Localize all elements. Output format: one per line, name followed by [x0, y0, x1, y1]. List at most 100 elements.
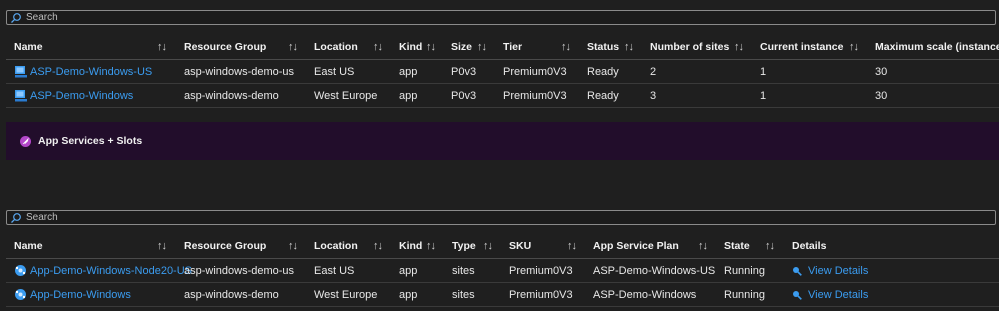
sort-icon[interactable]: ↑↓	[561, 35, 571, 59]
column-header-name[interactable]: Name	[14, 35, 43, 59]
current-instance-cell: 1	[760, 65, 767, 78]
column-header-type[interactable]: Type	[452, 234, 476, 258]
sku-cell: Premium0V3	[509, 264, 573, 277]
app-service-plan-cell: ASP-Demo-Windows-US	[593, 264, 716, 277]
sort-icon[interactable]: ↑↓	[765, 234, 775, 258]
sort-icon[interactable]: ↑↓	[373, 234, 383, 258]
status-cell: Ready	[587, 65, 619, 78]
column-header-details: Details	[792, 240, 827, 252]
app-service-plan-icon	[15, 66, 27, 78]
search-box-plans[interactable]	[6, 10, 996, 25]
column-header-size[interactable]: Size	[451, 35, 472, 59]
name-cell[interactable]: ASP-Demo-Windows	[14, 84, 133, 107]
kind-cell: app	[399, 89, 418, 102]
number-of-sites-cell: 2	[650, 65, 657, 78]
sort-icon[interactable]: ↑↓	[483, 234, 493, 258]
search-icon	[11, 12, 21, 23]
resource-group-cell: asp-windows-demo	[184, 89, 279, 102]
column-header-maximum-scale[interactable]: Maximum scale (instance)	[875, 35, 999, 59]
number-of-sites-cell: 3	[650, 89, 657, 102]
header-row: Name ↑↓ Resource Group ↑↓ Location ↑↓ Ki…	[6, 35, 999, 60]
view-details-label[interactable]: View Details	[808, 289, 868, 301]
app-service-plan-cell: ASP-Demo-Windows	[593, 288, 697, 301]
type-cell: sites	[452, 288, 475, 301]
column-header-current-instance[interactable]: Current instance	[760, 35, 843, 59]
sort-icon[interactable]: ↑↓	[426, 234, 436, 258]
sort-icon[interactable]: ↑↓	[157, 35, 167, 59]
column-header-kind[interactable]: Kind	[399, 234, 422, 258]
maximum-scale-cell: 30	[875, 65, 888, 78]
tier-cell: Premium0V3	[503, 89, 567, 102]
maximum-scale-cell: 30	[875, 89, 888, 102]
column-header-sku[interactable]: SKU	[509, 234, 531, 258]
plan-name-link[interactable]: ASP-Demo-Windows	[30, 90, 133, 102]
view-details-link[interactable]: View Details	[792, 259, 868, 282]
sort-icon[interactable]: ↑↓	[849, 35, 859, 59]
app-service-plans-grid: Name ↑↓ Resource Group ↑↓ Location ↑↓ Ki…	[6, 35, 999, 108]
table-row[interactable]: App-Demo-Windows asp-windows-demo West E…	[6, 283, 999, 307]
resource-group-cell: asp-windows-demo-us	[184, 65, 295, 78]
section-banner: App Services + Slots	[6, 122, 999, 160]
location-cell: West Europe	[314, 89, 378, 102]
sort-icon[interactable]: ↑↓	[426, 35, 436, 59]
location-cell: West Europe	[314, 288, 378, 301]
name-cell[interactable]: ASP-Demo-Windows-US	[14, 60, 152, 83]
sort-icon[interactable]: ↑↓	[477, 35, 487, 59]
view-details-label[interactable]: View Details	[808, 265, 868, 277]
app-service-plan-icon	[15, 90, 27, 102]
column-header-number-of-sites[interactable]: Number of sites	[650, 35, 729, 59]
sort-icon[interactable]: ↑↓	[288, 234, 298, 258]
location-cell: East US	[314, 65, 355, 78]
header-row: Name ↑↓ Resource Group ↑↓ Location ↑↓ Ki…	[6, 234, 999, 259]
app-name-link[interactable]: App-Demo-Windows	[30, 289, 131, 301]
status-cell: Ready	[587, 89, 619, 102]
table-row[interactable]: ASP-Demo-Windows asp-windows-demo West E…	[6, 84, 999, 108]
column-header-state[interactable]: State	[724, 234, 750, 258]
column-header-location[interactable]: Location	[314, 234, 358, 258]
current-instance-cell: 1	[760, 89, 767, 102]
plan-name-link[interactable]: ASP-Demo-Windows-US	[30, 66, 152, 78]
tier-cell: Premium0V3	[503, 65, 567, 78]
table-row[interactable]: App-Demo-Windows-Node20-US asp-windows-d…	[6, 259, 999, 283]
column-header-location[interactable]: Location	[314, 35, 358, 59]
table-row[interactable]: ASP-Demo-Windows-US asp-windows-demo-us …	[6, 60, 999, 84]
column-header-app-service-plan[interactable]: App Service Plan	[593, 234, 679, 258]
section-title: App Services + Slots	[38, 135, 143, 147]
kind-cell: app	[399, 264, 418, 277]
name-cell[interactable]: App-Demo-Windows-Node20-US	[14, 259, 192, 282]
sort-icon[interactable]: ↑↓	[624, 35, 634, 59]
column-header-name[interactable]: Name	[14, 234, 43, 258]
resource-group-cell: asp-windows-demo-us	[184, 264, 295, 277]
rocket-icon	[20, 135, 31, 147]
search-box-apps[interactable]	[6, 210, 996, 225]
column-header-resource-group[interactable]: Resource Group	[184, 234, 266, 258]
sort-icon[interactable]: ↑↓	[567, 234, 577, 258]
column-header-resource-group[interactable]: Resource Group	[184, 35, 266, 59]
search-input[interactable]	[26, 12, 926, 23]
column-header-tier[interactable]: Tier	[503, 35, 522, 59]
kind-cell: app	[399, 288, 418, 301]
magnifier-icon	[793, 290, 802, 300]
sort-icon[interactable]: ↑↓	[698, 234, 708, 258]
sort-icon[interactable]: ↑↓	[157, 234, 167, 258]
sort-icon[interactable]: ↑↓	[373, 35, 383, 59]
view-details-link[interactable]: View Details	[792, 283, 868, 306]
name-cell[interactable]: App-Demo-Windows	[14, 283, 131, 306]
search-input[interactable]	[26, 212, 926, 223]
magnifier-icon	[793, 266, 802, 276]
column-header-status[interactable]: Status	[587, 35, 619, 59]
size-cell: P0v3	[451, 65, 477, 78]
resource-group-cell: asp-windows-demo	[184, 288, 279, 301]
sort-icon[interactable]: ↑↓	[734, 35, 744, 59]
state-cell: Running	[724, 288, 765, 301]
location-cell: East US	[314, 264, 355, 277]
state-cell: Running	[724, 264, 765, 277]
sku-cell: Premium0V3	[509, 288, 573, 301]
size-cell: P0v3	[451, 89, 477, 102]
app-name-link[interactable]: App-Demo-Windows-Node20-US	[30, 265, 192, 277]
sort-icon[interactable]: ↑↓	[288, 35, 298, 59]
column-header-kind[interactable]: Kind	[399, 35, 422, 59]
app-service-icon	[15, 265, 26, 276]
search-icon	[11, 212, 21, 223]
app-services-grid: Name ↑↓ Resource Group ↑↓ Location ↑↓ Ki…	[6, 234, 999, 307]
